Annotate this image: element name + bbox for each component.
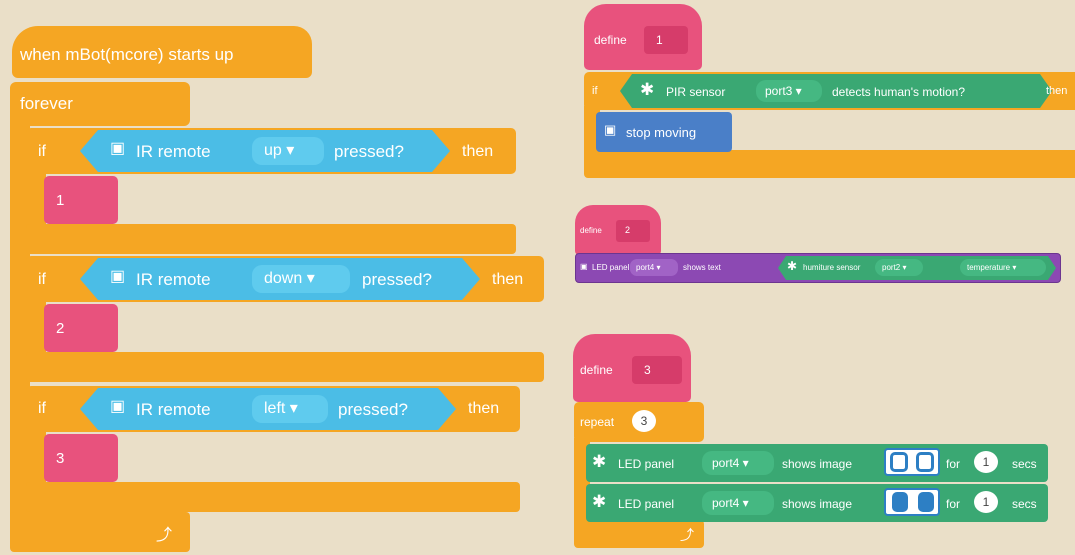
if-label: if <box>38 400 46 417</box>
if-label: if <box>38 271 46 288</box>
if-block-2-bottom <box>26 352 544 382</box>
define-label: define <box>580 363 613 377</box>
pir-sensor-label: PIR sensor <box>666 85 726 99</box>
define-label: define <box>594 33 627 47</box>
stop-moving-label: stop moving <box>626 125 697 140</box>
detects-label: detects human's motion? <box>832 85 966 99</box>
led-eye-right <box>918 492 934 512</box>
robot-icon: ▣ <box>110 140 126 157</box>
loop-arrow-icon: ⤴ <box>680 527 694 543</box>
define-name: 1 <box>656 33 663 47</box>
shows-image-label: shows image <box>782 457 853 471</box>
call-label: 1 <box>56 192 65 209</box>
if-label: if <box>592 85 598 97</box>
repeat-label: repeat <box>580 415 615 429</box>
if-label: if <box>38 143 46 160</box>
then-label: then <box>492 271 524 288</box>
if-block-1-bottom <box>26 224 516 254</box>
if-block-bottom <box>584 150 1075 178</box>
secs-label: secs <box>1012 457 1037 471</box>
pressed-label: pressed? <box>338 400 408 419</box>
puzzle-icon: ✱ <box>640 80 655 99</box>
hat-label: when mBot(mcore) starts up <box>20 45 234 64</box>
loop-arrow-icon: ⤴ <box>156 527 173 544</box>
ir-remote-label: IR remote <box>136 270 211 289</box>
robot-icon: ▣ <box>580 262 588 271</box>
if-block-3-bottom <box>26 482 520 512</box>
define-name: 3 <box>644 363 651 377</box>
led-eye-left <box>892 492 908 512</box>
port-dropdown[interactable]: port4 ▾ <box>702 451 774 475</box>
port-dropdown[interactable]: port4 ▾ <box>702 491 774 515</box>
secs-input[interactable]: 1 <box>974 451 998 473</box>
then-label: then <box>462 143 494 160</box>
call-label: 3 <box>56 450 65 467</box>
if-block-2-arm <box>26 298 46 358</box>
led-panel-label: LED panel <box>618 457 675 471</box>
define-name-field[interactable] <box>644 26 688 54</box>
then-label: then <box>468 400 500 417</box>
port-dropdown[interactable]: port4 ▾ <box>630 259 678 276</box>
led-panel-label: LED panel <box>618 497 675 511</box>
ir-remote-label: IR remote <box>136 400 211 419</box>
led-eye-left <box>890 452 908 472</box>
key-dropdown[interactable]: down ▾ <box>252 265 350 293</box>
for-label: for <box>946 457 961 471</box>
if-block-1-arm <box>26 170 46 230</box>
ir-remote-label: IR remote <box>136 142 211 161</box>
then-label: then <box>1046 85 1068 97</box>
puzzle-icon: ✱ <box>592 452 607 471</box>
key-dropdown[interactable]: left ▾ <box>252 395 328 423</box>
port-dropdown[interactable]: port2 ▾ <box>875 259 923 276</box>
define-label: define <box>580 226 602 235</box>
call-label: 2 <box>56 320 65 337</box>
forever-label: forever <box>20 94 73 113</box>
define-name-field[interactable] <box>632 356 682 384</box>
key-dropdown[interactable]: up ▾ <box>252 137 324 165</box>
pressed-label: pressed? <box>362 270 432 289</box>
measure-dropdown[interactable]: temperature ▾ <box>960 259 1046 276</box>
shows-image-label: shows image <box>782 497 853 511</box>
led-panel-label: LED panel <box>592 263 630 272</box>
robot-icon: ▣ <box>110 268 126 285</box>
puzzle-icon: ✱ <box>592 492 607 511</box>
if-block-3-arm <box>26 428 46 488</box>
for-label: for <box>946 497 961 511</box>
led-eye-right <box>916 452 934 472</box>
robot-icon: ▣ <box>110 398 126 415</box>
robot-icon: ▣ <box>604 122 617 137</box>
puzzle-icon: ✱ <box>787 259 798 273</box>
pressed-label: pressed? <box>334 142 404 161</box>
humiture-sensor-label: humiture sensor <box>803 263 861 272</box>
port-dropdown[interactable]: port3 ▾ <box>756 80 822 102</box>
define-name: 2 <box>625 225 631 235</box>
define-name-field[interactable] <box>616 220 650 242</box>
repeat-count-input[interactable]: 3 <box>632 410 656 432</box>
secs-input[interactable]: 1 <box>974 491 998 513</box>
shows-text-label: shows text <box>683 263 721 272</box>
secs-label: secs <box>1012 497 1037 511</box>
